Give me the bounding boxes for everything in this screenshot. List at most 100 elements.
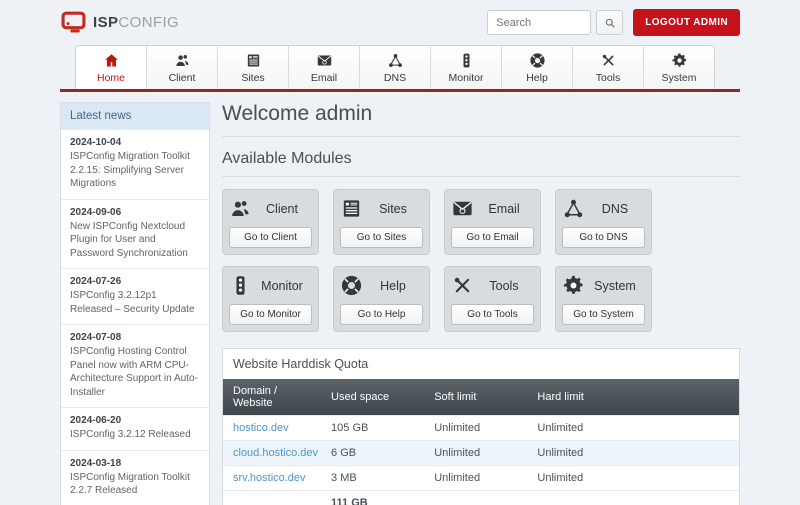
list-item[interactable]: 2024-07-26 ISPConfig 3.2.12p1 Released –…	[61, 268, 209, 324]
news-date: 2024-09-06	[70, 207, 200, 218]
module-card-tools: Tools Go to Tools	[444, 266, 541, 332]
go-to-email-button[interactable]: Go to Email	[451, 227, 534, 248]
domain-link[interactable]: srv.hostico.dev	[233, 472, 306, 484]
tab-label: Help	[526, 72, 548, 84]
top-right-controls: LOGOUT ADMIN	[487, 9, 740, 36]
total-used-space: 111 GB	[321, 491, 424, 505]
news-text: ISPConfig Migration Toolkit 2.2.15: Simp…	[70, 150, 200, 191]
dns-icon	[562, 197, 585, 220]
list-item[interactable]: 2024-09-06 New ISPConfig Nextcloud Plugi…	[61, 199, 209, 269]
used-space-cell: 3 MB	[321, 466, 424, 491]
used-space-cell: 6 GB	[321, 441, 424, 466]
module-card-help: Help Go to Help	[333, 266, 430, 332]
domain-link[interactable]: hostico.dev	[233, 422, 289, 434]
nav-tabs: Home Client Sites Email DNS Monitor	[75, 45, 715, 89]
gear-icon	[562, 274, 585, 297]
news-date: 2024-03-18	[70, 458, 200, 469]
tab-tools[interactable]: Tools	[573, 46, 644, 89]
hard-limit-cell: Unlimited	[527, 466, 739, 491]
page-container: ISPCONFIG LOGOUT ADMIN Home Client Sites	[60, 0, 740, 505]
go-to-dns-button[interactable]: Go to DNS	[562, 227, 645, 248]
tab-label: Monitor	[448, 72, 483, 84]
news-date: 2024-07-26	[70, 276, 200, 287]
search-button[interactable]	[596, 10, 623, 35]
module-title: Sites	[363, 202, 423, 216]
go-to-tools-button[interactable]: Go to Tools	[451, 304, 534, 325]
module-card-monitor: Monitor Go to Monitor	[222, 266, 319, 332]
monitor-icon	[458, 52, 475, 69]
tab-home[interactable]: Home	[76, 46, 147, 89]
go-to-sites-button[interactable]: Go to Sites	[340, 227, 423, 248]
list-item[interactable]: 2024-06-20 ISPConfig 3.2.12 Released	[61, 407, 209, 450]
column-header: Domain / Website	[223, 379, 321, 416]
module-card-email: Email Go to Email	[444, 189, 541, 255]
go-to-system-button[interactable]: Go to System	[562, 304, 645, 325]
ispconfig-logo[interactable]: ISPCONFIG	[60, 10, 179, 35]
tab-help[interactable]: Help	[502, 46, 573, 89]
tab-email[interactable]: Email	[289, 46, 360, 89]
table-row: srv.hostico.dev 3 MB Unlimited Unlimited	[223, 466, 739, 491]
column-header: Hard limit	[527, 379, 739, 416]
gear-icon	[671, 52, 688, 69]
client-icon	[229, 197, 252, 220]
hard-limit-cell: Unlimited	[527, 441, 739, 466]
news-date: 2024-06-20	[70, 415, 200, 426]
tab-dns[interactable]: DNS	[360, 46, 431, 89]
go-to-client-button[interactable]: Go to Client	[229, 227, 312, 248]
module-card-sites: Sites Go to Sites	[333, 189, 430, 255]
tab-client[interactable]: Client	[147, 46, 218, 89]
list-item[interactable]: 2024-03-18 ISPConfig Migration Toolkit 2…	[61, 450, 209, 505]
module-title: System	[585, 279, 645, 293]
tab-monitor[interactable]: Monitor	[431, 46, 502, 89]
tab-label: Home	[97, 72, 125, 84]
sites-icon	[245, 52, 262, 69]
list-item[interactable]: 2024-10-04 ISPConfig Migration Toolkit 2…	[61, 129, 209, 199]
main-content: Welcome admin Available Modules Client G…	[222, 102, 740, 505]
go-to-help-button[interactable]: Go to Help	[340, 304, 423, 325]
tab-label: System	[661, 72, 696, 84]
used-space-cell: 105 GB	[321, 416, 424, 441]
tab-label: Sites	[241, 72, 264, 84]
logout-admin-button[interactable]: LOGOUT ADMIN	[633, 9, 740, 36]
modules-grid: Client Go to Client Sites Go to Sites Em…	[222, 189, 740, 332]
tab-label: DNS	[384, 72, 406, 84]
module-title: Client	[252, 202, 312, 216]
monitor-icon	[229, 274, 252, 297]
news-date: 2024-10-04	[70, 137, 200, 148]
tab-label: Client	[169, 72, 196, 84]
tab-label: Tools	[596, 72, 621, 84]
sites-icon	[340, 197, 363, 220]
domain-link[interactable]: cloud.hostico.dev	[233, 447, 318, 459]
website-harddisk-quota-panel: Website Harddisk Quota Domain / Website …	[222, 348, 740, 505]
module-card-client: Client Go to Client	[222, 189, 319, 255]
column-header: Used space	[321, 379, 424, 416]
news-text: ISPConfig Hosting Control Panel now with…	[70, 345, 200, 399]
client-icon	[174, 52, 191, 69]
go-to-monitor-button[interactable]: Go to Monitor	[229, 304, 312, 325]
latest-news-panel: Latest news 2024-10-04 ISPConfig Migrati…	[60, 102, 210, 505]
news-text: ISPConfig 3.2.12p1 Released – Security U…	[70, 289, 200, 316]
email-icon	[316, 52, 333, 69]
harddisk-quota-table: Domain / Website Used space Soft limit H…	[223, 379, 739, 505]
list-item[interactable]: 2024-07-08 ISPConfig Hosting Control Pan…	[61, 324, 209, 407]
module-title: DNS	[585, 202, 645, 216]
tab-system[interactable]: System	[644, 46, 714, 89]
monitor-logo-icon	[60, 10, 87, 35]
dns-icon	[387, 52, 404, 69]
soft-limit-cell: Unlimited	[424, 441, 527, 466]
panel-title: Website Harddisk Quota	[223, 349, 739, 379]
hard-limit-cell: Unlimited	[527, 416, 739, 441]
home-icon	[103, 52, 120, 69]
news-text: ISPConfig Migration Toolkit 2.2.7 Releas…	[70, 471, 200, 498]
main-navigation: Home Client Sites Email DNS Monitor	[60, 45, 740, 92]
tools-icon	[600, 52, 617, 69]
news-text: ISPConfig 3.2.12 Released	[70, 428, 200, 442]
search-input[interactable]	[487, 10, 591, 35]
table-total-row: 111 GB	[223, 491, 739, 505]
email-icon	[451, 197, 474, 220]
help-icon	[529, 52, 546, 69]
soft-limit-cell: Unlimited	[424, 466, 527, 491]
help-icon	[340, 274, 363, 297]
tab-sites[interactable]: Sites	[218, 46, 289, 89]
module-title: Help	[363, 279, 423, 293]
